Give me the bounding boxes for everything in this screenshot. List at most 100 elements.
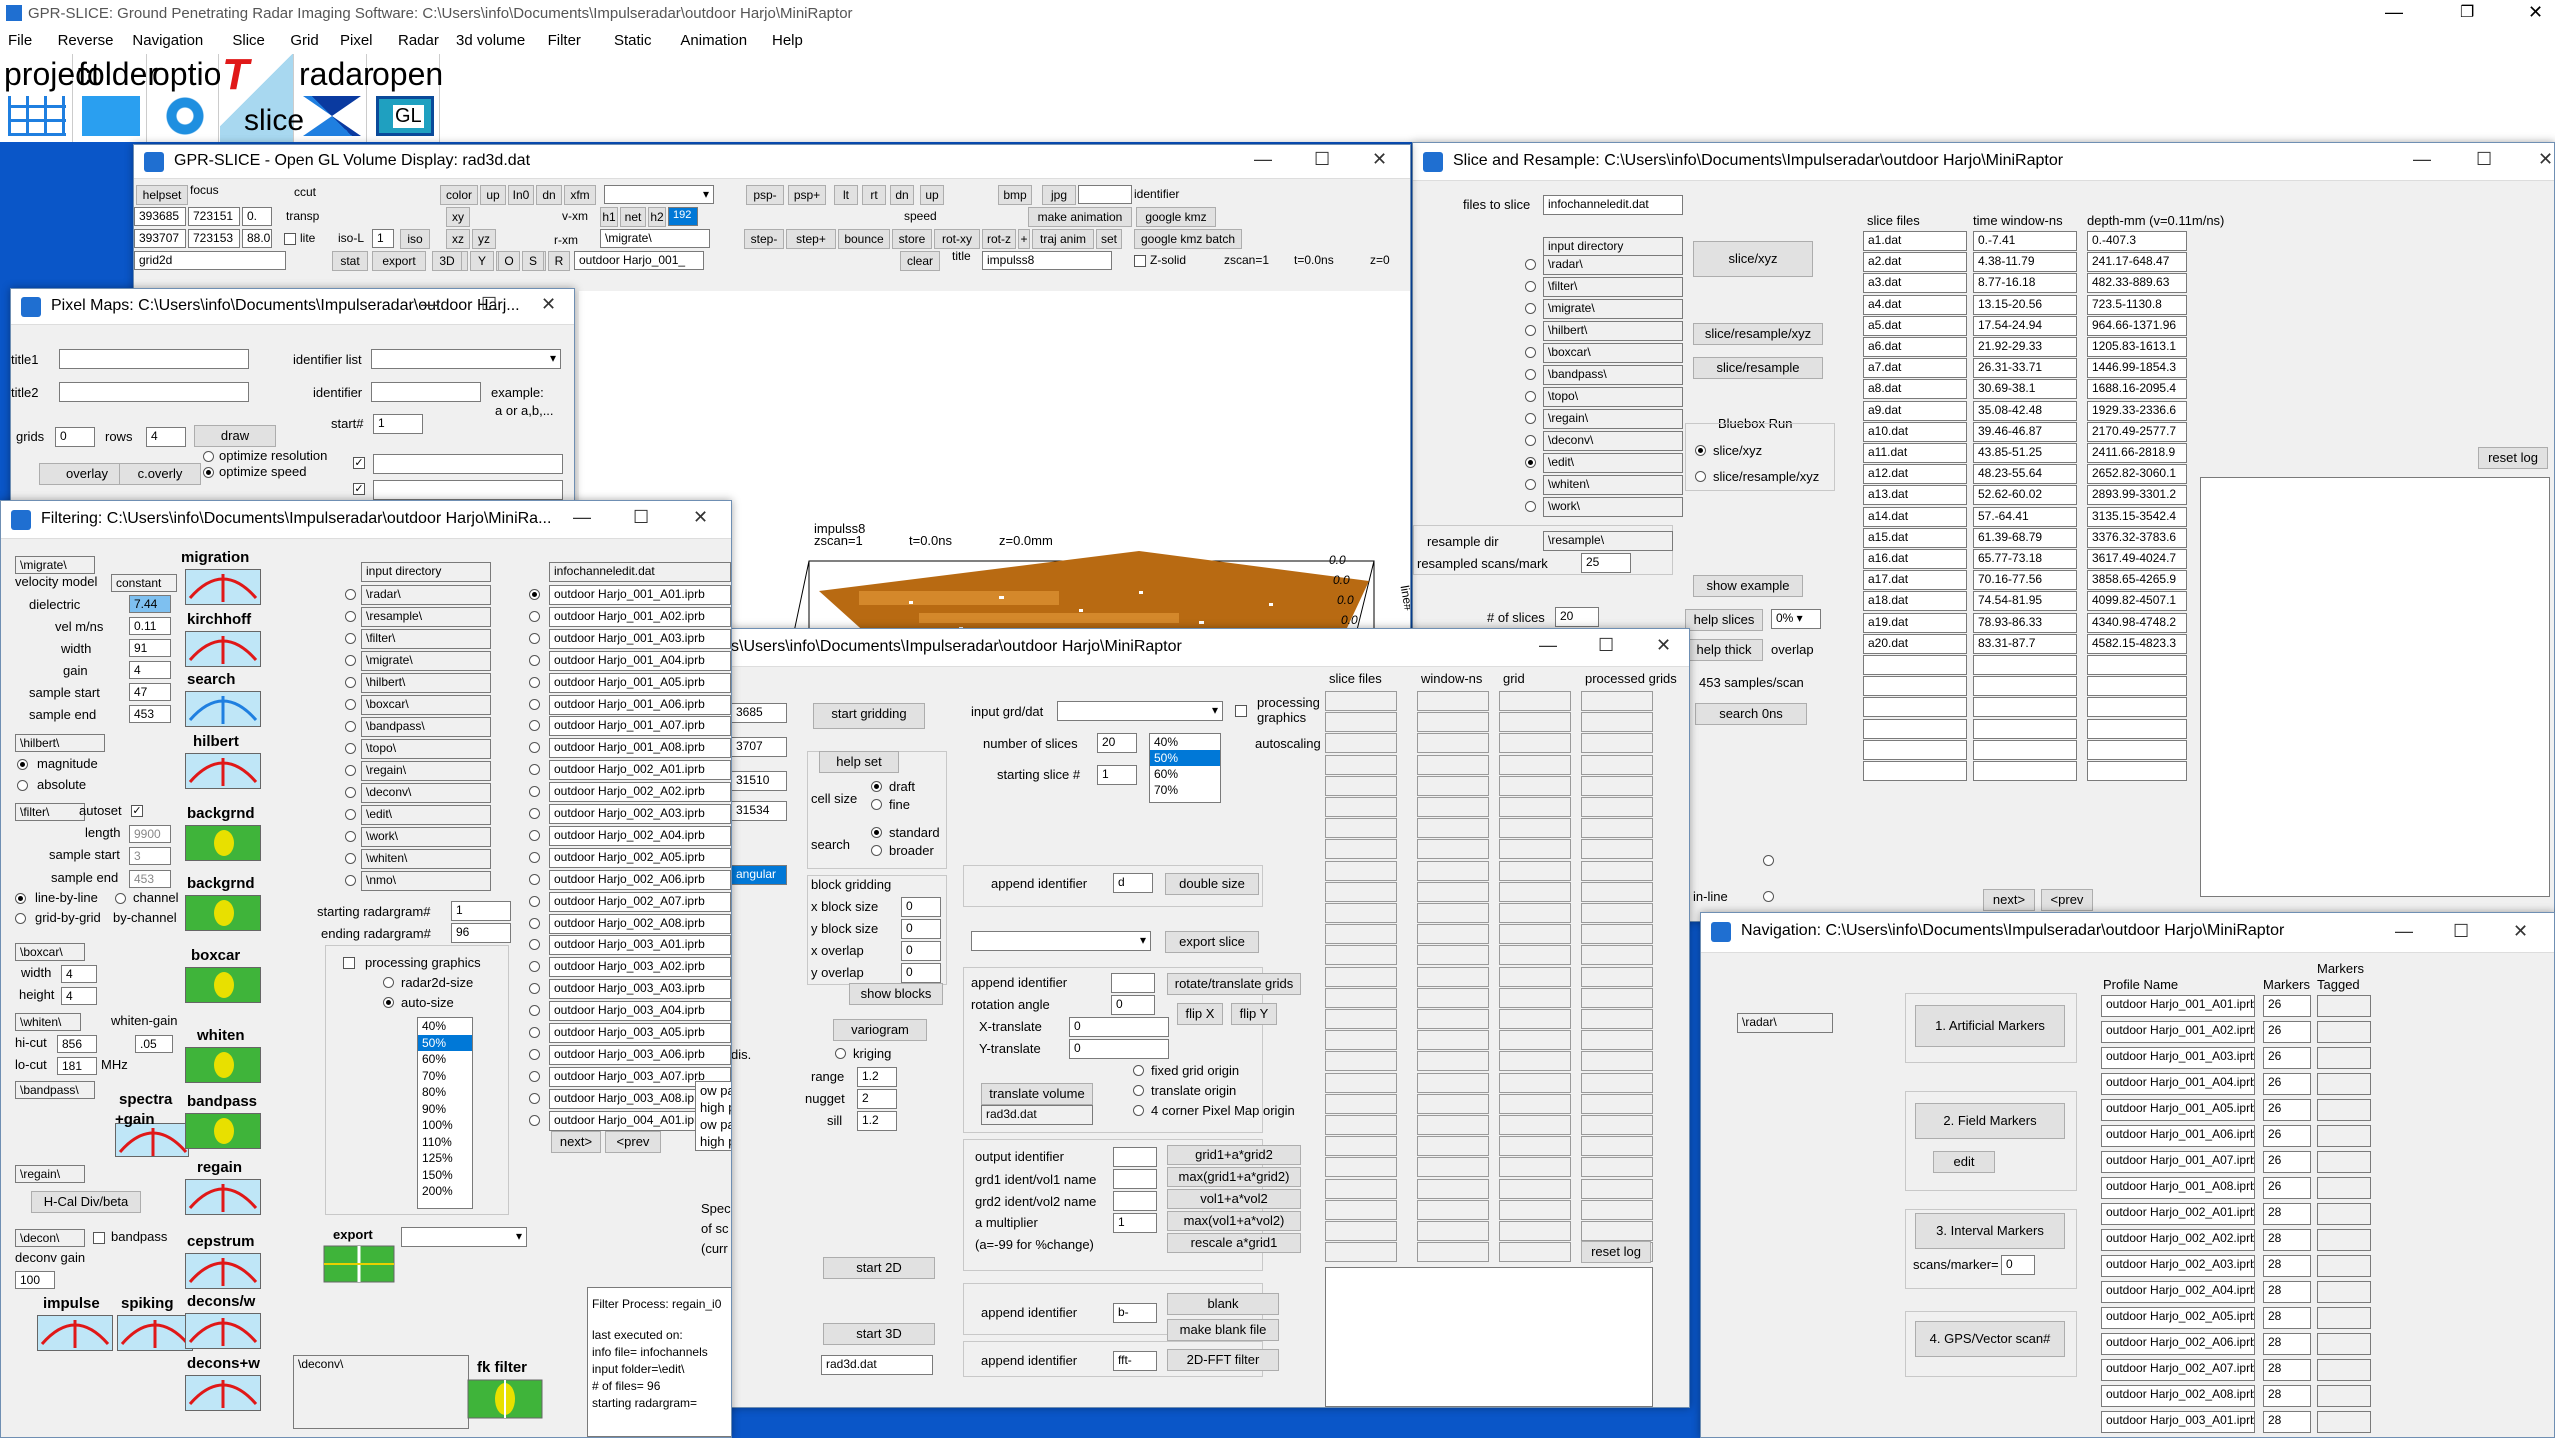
grid-table-cell[interactable] xyxy=(1581,839,1653,860)
processing-graphics-checkbox[interactable] xyxy=(343,957,355,969)
slice-table-cell[interactable]: a10.dat xyxy=(1863,421,1967,442)
size-option[interactable]: 40% xyxy=(418,1018,472,1035)
y-translate-input[interactable]: 0 xyxy=(1069,1039,1169,1059)
markers-cell[interactable]: 28 xyxy=(2263,1359,2311,1381)
interval-markers-button[interactable]: 3. Interval Markers xyxy=(1915,1213,2065,1249)
grid-table-cell[interactable] xyxy=(1499,1115,1571,1135)
y-block-size-input[interactable]: 0 xyxy=(901,919,941,939)
y-button[interactable]: Y xyxy=(470,251,494,271)
grid2d-select[interactable]: grid2d xyxy=(134,251,286,270)
slice-table-cell[interactable]: a13.dat xyxy=(1863,485,1967,506)
whiten-dir[interactable]: \whiten\ xyxy=(15,1013,81,1031)
x-translate-input[interactable]: 0 xyxy=(1069,1017,1169,1037)
close-icon[interactable]: ✕ xyxy=(2528,2,2543,23)
maximize-icon[interactable]: ☐ xyxy=(1314,149,1330,170)
filter-dir-radio[interactable] xyxy=(345,809,356,820)
markers-tagged-cell[interactable] xyxy=(2317,1099,2371,1121)
grid-table-cell[interactable] xyxy=(1325,839,1397,860)
profile-name-cell[interactable]: outdoor Harjo_001_A01.iprb xyxy=(2101,995,2255,1017)
slice-table-cell[interactable]: a15.dat xyxy=(1863,527,1967,548)
slice-table-cell[interactable]: 1688.16-2095.4 xyxy=(2087,379,2187,400)
size-option[interactable]: 50% xyxy=(418,1034,472,1051)
fixed-origin-radio[interactable] xyxy=(1133,1065,1144,1076)
broader-radio[interactable] xyxy=(871,845,882,856)
size-option[interactable]: 150% xyxy=(418,1167,472,1184)
profile-name-cell[interactable]: outdoor Harjo_003_A01.iprb xyxy=(2101,1411,2255,1433)
slice-table-cell[interactable]: 65.77-73.18 xyxy=(1973,549,2077,569)
blank-button[interactable]: blank xyxy=(1167,1293,1279,1315)
slice-dir-radio[interactable] xyxy=(1525,369,1536,380)
slice-table-cell[interactable]: 74.54-81.95 xyxy=(1973,591,2077,612)
step-control-4[interactable]: rot-xy xyxy=(934,229,980,249)
lo-cut-input[interactable]: 181 xyxy=(57,1057,97,1075)
bandpass-checkbox[interactable] xyxy=(93,1232,105,1244)
grid-table-cell[interactable] xyxy=(1417,1072,1489,1093)
profile-name-cell[interactable]: outdoor Harjo_002_A02.iprb xyxy=(2101,1229,2255,1251)
slice-table-cell[interactable]: a1.dat xyxy=(1863,231,1967,251)
size-option[interactable]: 125% xyxy=(418,1150,472,1167)
maximize-icon[interactable]: ☐ xyxy=(481,294,497,315)
hilbert-icon[interactable] xyxy=(185,753,261,789)
file-item[interactable]: outdoor Harjo_002_A02.iprb xyxy=(549,782,731,803)
search-icon[interactable] xyxy=(185,691,261,727)
hi-cut-input[interactable]: 856 xyxy=(57,1035,97,1053)
grid-table-cell[interactable] xyxy=(1417,924,1489,945)
start-input[interactable]: 1 xyxy=(373,414,423,434)
slice-table-cell[interactable] xyxy=(2087,676,2187,697)
file-radio[interactable] xyxy=(529,720,540,732)
slice-table-cell[interactable] xyxy=(1973,718,2077,739)
menu-pixel[interactable]: Pixel xyxy=(340,32,373,49)
markers-tagged-cell[interactable] xyxy=(2317,1047,2371,1069)
pass-option[interactable]: ow pass xyxy=(696,1116,731,1133)
slice-table-cell[interactable]: a6.dat xyxy=(1863,337,1967,357)
menu-animation[interactable]: Animation xyxy=(680,32,747,49)
stat-button[interactable]: stat xyxy=(332,251,368,271)
slice-table-cell[interactable]: 2893.99-3301.2 xyxy=(2087,485,2187,506)
grid-table-cell[interactable] xyxy=(1417,903,1489,923)
size-list[interactable]: 40% 50% 60% 70% 80% 90% 100% 110% 125% 150% 200% xyxy=(417,1017,473,1209)
checkbox-1[interactable]: ✓ xyxy=(353,457,365,469)
file-item[interactable]: outdoor Harjo_003_A03.iprb xyxy=(549,979,731,1000)
overlap-pct-select[interactable]: 0% ▾ xyxy=(1771,609,1821,629)
slice-dir-radio[interactable] xyxy=(1525,303,1536,314)
grid-table-cell[interactable] xyxy=(1581,733,1653,754)
markers-tagged-cell[interactable] xyxy=(2317,1255,2371,1277)
fk-filter-icon[interactable] xyxy=(467,1379,543,1419)
file-radio[interactable] xyxy=(529,742,540,754)
grid-table-cell[interactable] xyxy=(1325,945,1397,966)
slice-table-cell[interactable]: 2170.49-2577.7 xyxy=(2087,421,2187,442)
grid-table-cell[interactable] xyxy=(1417,987,1489,1008)
up-button[interactable]: up xyxy=(920,185,944,205)
grid-table-cell[interactable] xyxy=(1325,775,1397,796)
rows-input[interactable]: 4 xyxy=(146,427,186,447)
files-to-slice-input[interactable]: infochanneledit.dat xyxy=(1543,195,1683,215)
slice-table-cell[interactable] xyxy=(1973,655,2077,675)
filter-dir-radio[interactable] xyxy=(345,633,356,644)
x-overlap-input[interactable]: 0 xyxy=(901,941,941,961)
close-icon[interactable]: ✕ xyxy=(693,507,708,528)
markers-tagged-cell[interactable] xyxy=(2317,1411,2371,1433)
grid-table-cell[interactable] xyxy=(1325,797,1397,817)
grid-table-cell[interactable] xyxy=(1499,860,1571,881)
profile-name-cell[interactable]: outdoor Harjo_002_A01.iprb xyxy=(2101,1203,2255,1225)
draft-radio[interactable] xyxy=(871,781,882,792)
num-slices-input[interactable]: 20 xyxy=(1555,607,1599,627)
slice-dir-radio[interactable] xyxy=(1525,435,1536,446)
boxcar-icon[interactable] xyxy=(185,967,261,1003)
coverly-button[interactable]: c.overly xyxy=(119,463,201,485)
grid-table-cell[interactable] xyxy=(1581,966,1653,987)
multiplier-input[interactable]: 1 xyxy=(1113,1213,1157,1233)
pct-option[interactable]: 70% xyxy=(1150,782,1220,798)
pass-option[interactable]: ow pass xyxy=(696,1082,731,1099)
in0-button[interactable]: In0 xyxy=(508,185,534,205)
num-slices-input[interactable]: 20 xyxy=(1097,733,1137,753)
slice-table-cell[interactable]: 8.77-16.18 xyxy=(1973,273,2077,294)
size-option[interactable]: 100% xyxy=(418,1117,472,1134)
translate-origin-radio[interactable] xyxy=(1133,1085,1144,1096)
x-coord-2[interactable]: 393707 xyxy=(134,229,186,248)
slice-table-cell[interactable]: 0.-407.3 xyxy=(2087,231,2187,251)
xfm-button[interactable]: xfm xyxy=(564,185,596,205)
grid-table-cell[interactable] xyxy=(1325,691,1397,711)
magnitude-radio[interactable] xyxy=(17,759,28,770)
start-2d-button[interactable]: start 2D xyxy=(823,1257,935,1279)
